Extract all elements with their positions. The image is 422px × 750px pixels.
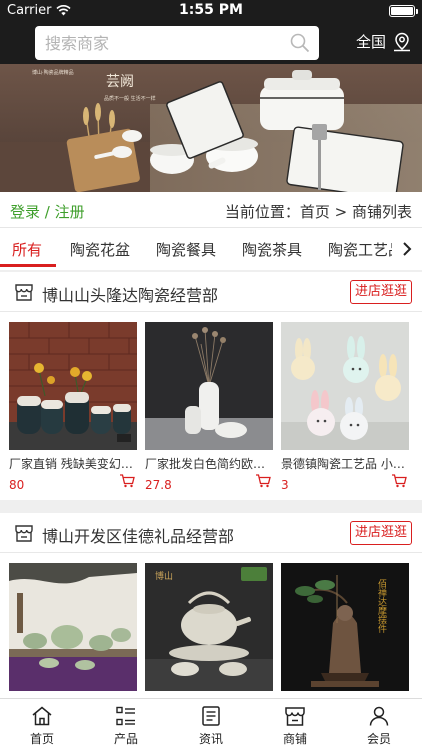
bottom-tab-bar: 首页 产品 资讯 商铺 会员 bbox=[0, 698, 422, 750]
login-slash: / bbox=[40, 203, 55, 221]
product-title[interactable]: 厂家直销 残缺美变幻釉陶瓷花瓶 bbox=[9, 455, 137, 472]
login-link[interactable]: 登录 bbox=[10, 203, 40, 221]
product-title[interactable]: 景德镇陶瓷工艺品 小兔子摆件 bbox=[281, 455, 409, 472]
city-selector[interactable]: 全国 bbox=[356, 31, 412, 52]
active-tab-indicator bbox=[0, 264, 56, 267]
product-footer: 80 bbox=[9, 474, 137, 492]
category-tabs: 所有 陶瓷花盆 陶瓷餐具 陶瓷茶具 陶瓷工艺品 bbox=[0, 228, 422, 270]
search-icon[interactable] bbox=[290, 33, 310, 53]
product-image[interactable] bbox=[9, 322, 137, 450]
svg-text:博山·陶瓷品牌精品: 博山·陶瓷品牌精品 bbox=[32, 69, 74, 76]
cart-icon[interactable] bbox=[255, 474, 271, 488]
product-price: 27.8 bbox=[145, 478, 172, 492]
store-icon bbox=[15, 525, 33, 542]
product-list-icon[interactable] bbox=[115, 705, 137, 727]
product-title[interactable]: 厂家批发白色简约欧式陶瓷花瓶 bbox=[145, 455, 273, 472]
city-label[interactable]: 全国 bbox=[356, 31, 386, 52]
tab-news-label[interactable]: 资讯 bbox=[199, 732, 223, 746]
news-icon[interactable] bbox=[200, 705, 222, 727]
status-time: 1:55 PM bbox=[179, 2, 243, 18]
cart-icon[interactable] bbox=[391, 474, 407, 488]
store-icon bbox=[15, 284, 33, 301]
banner-image[interactable]: 博山·陶瓷品牌精品 芸阙 品质不一般 生活不一样 bbox=[0, 64, 422, 192]
register-link[interactable]: 注册 bbox=[55, 203, 85, 221]
tab-member[interactable]: 会员 bbox=[349, 705, 409, 747]
shop-icon[interactable] bbox=[284, 705, 306, 727]
product-price: 3 bbox=[281, 478, 289, 492]
member-icon[interactable] bbox=[368, 705, 390, 727]
tab-home[interactable]: 首页 bbox=[12, 705, 72, 747]
tab-tea-sets[interactable]: 陶瓷茶具 bbox=[242, 239, 302, 260]
battery-icon bbox=[389, 5, 418, 17]
product-price: 80 bbox=[9, 478, 25, 492]
tab-member-label[interactable]: 会员 bbox=[367, 732, 391, 746]
product-image[interactable]: 佰禅达摩摆件 bbox=[281, 563, 409, 691]
product-footer: 27.8 bbox=[145, 474, 273, 492]
status-bar: Carrier 1:55 PM bbox=[0, 0, 422, 22]
product-card[interactable]: 景德镇陶瓷工艺品 小兔子摆件 3 bbox=[281, 322, 409, 492]
product-image[interactable] bbox=[9, 563, 137, 691]
product-image[interactable] bbox=[281, 322, 409, 450]
product-card[interactable]: 佰禅达摩摆件 bbox=[281, 563, 409, 691]
shop-header: 博山山头隆达陶瓷经营部 进店逛逛 bbox=[0, 272, 422, 312]
search-box[interactable] bbox=[35, 26, 319, 60]
product-card[interactable] bbox=[9, 563, 137, 691]
product-card[interactable]: 厂家批发白色简约欧式陶瓷花瓶 27.8 bbox=[145, 322, 273, 492]
svg-text:芸阙: 芸阙 bbox=[106, 74, 134, 90]
shop-header: 博山开发区佳德礼品经营部 进店逛逛 bbox=[0, 513, 422, 553]
product-card[interactable]: 博山 bbox=[145, 563, 273, 691]
product-footer: 3 bbox=[281, 474, 409, 492]
tab-home-label[interactable]: 首页 bbox=[30, 732, 54, 746]
tab-tableware[interactable]: 陶瓷餐具 bbox=[156, 239, 216, 260]
shop-card: 博山山头隆达陶瓷经营部 进店逛逛 厂家直销 残缺美变幻釉 80 厂家批发白色简约… bbox=[0, 272, 422, 500]
chevron-right-icon[interactable] bbox=[400, 241, 414, 257]
promo-banner[interactable]: 博山·陶瓷品牌精品 芸阙 品质不一般 生活不一样 bbox=[0, 64, 422, 192]
svg-text:佰禅达摩摆件: 佰禅达摩摆件 bbox=[376, 578, 387, 634]
tab-shops-label[interactable]: 商铺 bbox=[283, 732, 307, 746]
product-card[interactable]: 厂家直销 残缺美变幻釉陶瓷花瓶 80 bbox=[9, 322, 137, 492]
location-pin-icon[interactable] bbox=[392, 32, 412, 52]
tab-shops[interactable]: 商铺 bbox=[265, 705, 325, 747]
cart-icon[interactable] bbox=[119, 474, 135, 488]
enter-shop-button[interactable]: 进店逛逛 bbox=[350, 280, 412, 304]
tab-all[interactable]: 所有 bbox=[12, 239, 42, 260]
product-image[interactable] bbox=[145, 322, 273, 450]
enter-shop-button[interactable]: 进店逛逛 bbox=[350, 521, 412, 545]
tab-news[interactable]: 资讯 bbox=[181, 705, 241, 747]
search-input[interactable] bbox=[45, 26, 285, 60]
shop-name[interactable]: 博山开发区佳德礼品经营部 bbox=[42, 523, 234, 547]
login-register: 登录 / 注册 bbox=[10, 201, 85, 222]
svg-text:博山: 博山 bbox=[155, 570, 173, 582]
breadcrumb: 当前位置：首页 > 商铺列表 bbox=[224, 203, 412, 221]
product-image[interactable]: 博山 bbox=[145, 563, 273, 691]
svg-text:品质不一般 生活不一样: 品质不一般 生活不一样 bbox=[104, 95, 156, 102]
home-icon[interactable] bbox=[31, 705, 53, 727]
location-bar: 登录 / 注册 当前位置：首页 > 商铺列表 bbox=[0, 192, 422, 228]
shop-name[interactable]: 博山山头隆达陶瓷经营部 bbox=[42, 282, 218, 306]
shop-card: 博山开发区佳德礼品经营部 进店逛逛 博山 佰禅达摩摆件 bbox=[0, 513, 422, 698]
tab-products-label[interactable]: 产品 bbox=[114, 732, 138, 746]
tab-products[interactable]: 产品 bbox=[96, 705, 156, 747]
top-bar: Carrier 1:55 PM 全国 bbox=[0, 0, 422, 64]
tab-flower-pots[interactable]: 陶瓷花盆 bbox=[70, 239, 130, 260]
